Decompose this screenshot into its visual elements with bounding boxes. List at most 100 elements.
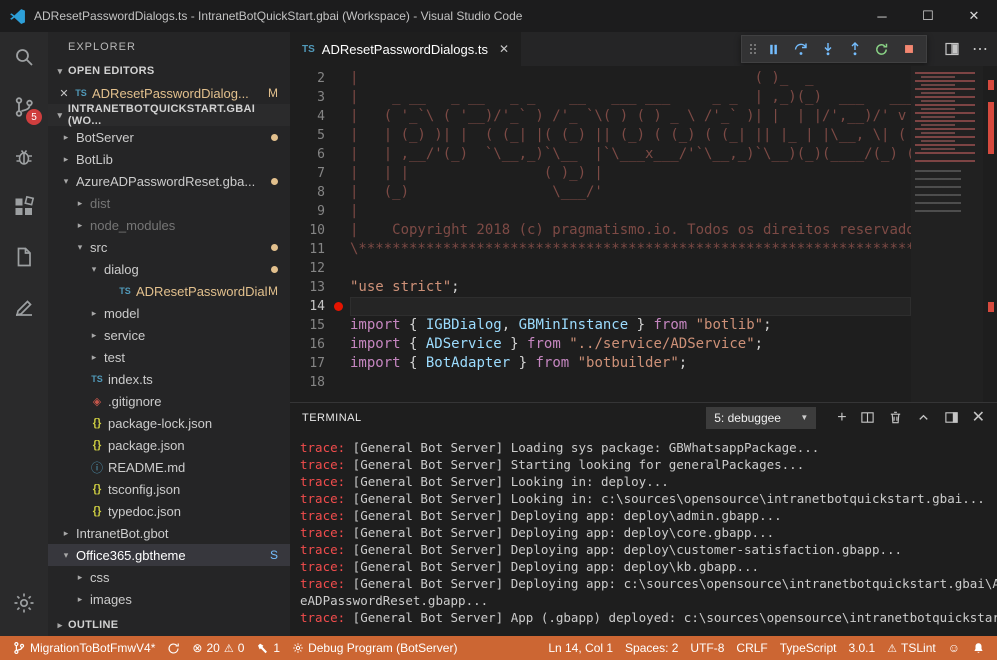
tree-item[interactable]: ◈.gitignore (48, 390, 290, 412)
tree-item[interactable]: ▾AzureADPasswordReset.gba... (48, 170, 290, 192)
settings-gear-icon[interactable] (0, 578, 48, 628)
tree-item[interactable]: ▸IntranetBot.gbot (48, 522, 290, 544)
encoding-status[interactable]: UTF-8 (684, 636, 730, 660)
code-line[interactable]: 17import { BotAdapter } from "botbuilder… (290, 354, 911, 373)
cursor-position-status[interactable]: Ln 14, Col 1 (542, 636, 619, 660)
split-editor-icon[interactable] (944, 41, 960, 57)
debug-toolbar (741, 35, 927, 63)
split-terminal-icon[interactable] (860, 410, 875, 425)
close-panel-icon[interactable]: ✕ (972, 410, 985, 426)
tasks-status[interactable]: 1 (250, 636, 286, 660)
tree-item[interactable]: ▾Office365.gbthemeS (48, 544, 290, 566)
pause-icon[interactable] (760, 37, 787, 61)
outline-header[interactable]: ▸ OUTLINE (48, 614, 290, 636)
open-editors-header[interactable]: ▾ OPEN EDITORS (48, 60, 290, 82)
debug-icon[interactable] (0, 132, 48, 182)
language-mode-status[interactable]: TypeScript (774, 636, 843, 660)
tree-item[interactable]: ▸BotServer (48, 126, 290, 148)
tree-item[interactable]: ▸dist (48, 192, 290, 214)
tree-item[interactable]: {}package-lock.json (48, 412, 290, 434)
git-branch-status[interactable]: MigrationToBotFmwV4* (6, 636, 161, 660)
code-line[interactable]: 10| Copyright 2018 (c) pragmatismo.io. T… (290, 221, 911, 240)
indentation-status[interactable]: Spaces: 2 (619, 636, 684, 660)
source-control-icon[interactable]: 5 (0, 82, 48, 132)
tab-adresetpassworddialogs[interactable]: TS ADResetPasswordDialogs.ts ✕ (290, 32, 521, 66)
maximize-icon[interactable]: ☐ (905, 0, 951, 32)
file-icon[interactable] (0, 232, 48, 282)
tslint-status[interactable]: ⚠ TSLint (881, 636, 942, 660)
tree-item[interactable]: TSindex.ts (48, 368, 290, 390)
modified-dot (271, 178, 278, 185)
terminal-panel-title[interactable]: TERMINAL (302, 412, 362, 424)
more-actions-icon[interactable]: ⋯ (972, 39, 989, 59)
notifications-bell-icon[interactable] (966, 636, 991, 660)
chevron-right-icon: ▸ (86, 308, 102, 319)
feedback-smiley-icon[interactable]: ☺ (942, 636, 966, 660)
code-line[interactable]: 13"use strict"; (290, 278, 911, 297)
restart-icon[interactable] (868, 37, 895, 61)
step-over-icon[interactable] (787, 37, 814, 61)
code-line[interactable]: 11\*************************************… (290, 240, 911, 259)
tree-item-label: typedoc.json (106, 504, 290, 519)
tree-item[interactable]: ▸service (48, 324, 290, 346)
problems-status[interactable]: ⊗ 20 ⚠ 0 (186, 636, 250, 660)
close-tab-icon[interactable]: ✕ (499, 42, 509, 56)
new-terminal-icon[interactable]: + (837, 410, 846, 426)
debug-program-label: Debug Program (BotServer) (308, 641, 457, 655)
tree-item[interactable]: ▸test (48, 346, 290, 368)
tree-item[interactable]: ▾src (48, 236, 290, 258)
code-line[interactable]: 15import { IGBDialog, GBMinInstance } fr… (290, 316, 911, 335)
close-editor-icon[interactable]: ✕ (56, 87, 72, 100)
search-icon[interactable] (0, 32, 48, 82)
tree-item[interactable]: ▸node_modules (48, 214, 290, 236)
code-line[interactable]: 9| | (290, 202, 911, 221)
minimize-icon[interactable]: ─ (859, 0, 905, 32)
tree-item[interactable]: ▸model (48, 302, 290, 324)
code-line[interactable]: 7| | | ( )_) | | (290, 164, 911, 183)
debug-program-status[interactable]: Debug Program (BotServer) (286, 636, 463, 660)
dropdown-caret-icon: ▼ (786, 413, 808, 422)
tree-item[interactable]: ▸css (48, 566, 290, 588)
open-editor-item[interactable]: ✕ TS ADResetPasswordDialog... M (48, 82, 290, 104)
eol-status[interactable]: CRLF (730, 636, 773, 660)
stop-icon[interactable] (895, 37, 922, 61)
tree-item-label: BotLib (74, 152, 290, 167)
tree-item[interactable]: {}tsconfig.json (48, 478, 290, 500)
tree-item[interactable]: TSADResetPasswordDial...M (48, 280, 290, 302)
code-line[interactable]: 12 (290, 259, 911, 278)
workspace-root-header[interactable]: ▾ INTRANETBOTQUICKSTART.GBAI (WO... (48, 104, 290, 126)
code-line[interactable]: 2| ( )_ _ | (290, 69, 911, 88)
kill-terminal-icon[interactable] (888, 410, 903, 425)
minimap[interactable] (911, 66, 983, 402)
tree-item[interactable]: ▸images (48, 588, 290, 610)
tree-item-label: dialog (102, 262, 271, 277)
code-line[interactable]: 8| (_) \___/' | (290, 183, 911, 202)
tree-item[interactable]: {}package.json (48, 434, 290, 456)
code-line[interactable]: 18 (290, 373, 911, 392)
maximize-panel-icon[interactable] (916, 410, 931, 425)
tree-item[interactable]: ⓘREADME.md (48, 456, 290, 478)
edit-icon[interactable] (0, 282, 48, 332)
step-out-icon[interactable] (841, 37, 868, 61)
code-line[interactable]: 6| | ,__/'(_) `\__,_)`\__ |`\___x___/'`\… (290, 145, 911, 164)
code-line[interactable]: 16import { ADService } from "../service/… (290, 335, 911, 354)
code-editor[interactable]: 2| ( )_ _ |3| _ __ _ __ _ _ __ ___ ___ _… (290, 66, 997, 402)
code-line[interactable]: 4| ( '_`\ ( '__)/'_` ) /'_ `\( ) ( ) _ \… (290, 107, 911, 126)
close-window-icon[interactable]: ✕ (951, 0, 997, 32)
sync-status[interactable] (161, 636, 186, 660)
code-line[interactable]: 14 (290, 297, 911, 316)
tree-item[interactable]: ▾dialog (48, 258, 290, 280)
typescript-version-status[interactable]: 3.0.1 (842, 636, 881, 660)
extensions-icon[interactable] (0, 182, 48, 232)
terminal-selector[interactable]: 5: debuggee ▼ (706, 407, 816, 429)
terminal-output[interactable]: trace: [General Bot Server] Loading sys … (290, 432, 997, 636)
code-line[interactable]: 3| _ __ _ __ _ _ __ ___ ___ _ _ | ,_)(_)… (290, 88, 911, 107)
step-into-icon[interactable] (814, 37, 841, 61)
tree-item[interactable]: {}typedoc.json (48, 500, 290, 522)
toggle-panel-icon[interactable] (944, 410, 959, 425)
log-message: [General Bot Server] Deploying app: depl… (345, 542, 902, 557)
log-level-trace: trace: (300, 457, 345, 472)
code-line[interactable]: 5| | (_) )| | ( (_| |( (_) || (_) ( (_) … (290, 126, 911, 145)
tree-item[interactable]: ▸BotLib (48, 148, 290, 170)
tree-item-label: README.md (106, 460, 290, 475)
